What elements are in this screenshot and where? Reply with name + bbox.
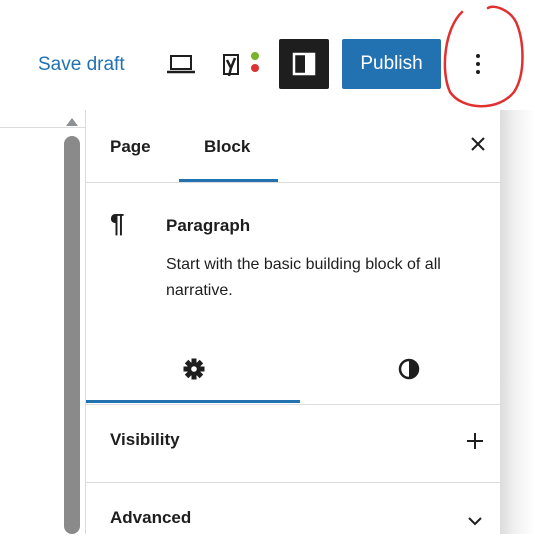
save-draft-button[interactable]: Save draft — [38, 54, 125, 76]
chevron-down-icon — [468, 517, 482, 526]
panel-visibility[interactable]: Visibility — [86, 404, 500, 483]
close-icon — [471, 137, 485, 151]
panel-visibility-label: Visibility — [110, 430, 180, 449]
scroll-up-arrow[interactable] — [66, 118, 78, 126]
panel-advanced-toggle[interactable] — [462, 506, 488, 532]
block-description: Start with the basic building block of a… — [166, 256, 441, 299]
scrollbar-thumb[interactable] — [64, 136, 80, 534]
preview-button[interactable] — [165, 50, 197, 78]
block-inspector-tabs — [86, 332, 500, 405]
tab-block-settings[interactable] — [174, 348, 214, 388]
sidebar-toggle-icon — [292, 52, 316, 76]
gear-icon — [183, 358, 205, 380]
panel-visibility-toggle[interactable] — [462, 428, 488, 454]
panel-advanced-label: Advanced — [110, 508, 192, 527]
tab-block-styles[interactable] — [389, 348, 429, 388]
sidebar-tabs: Page Block — [86, 110, 500, 183]
settings-sidebar: Page Block ¶ Paragraph Start with the ba… — [85, 110, 500, 534]
more-vertical-icon — [476, 54, 480, 74]
settings-sidebar-toggle[interactable] — [279, 39, 329, 89]
editor-header: Save draft Publish — [0, 0, 535, 128]
editor-canvas — [0, 118, 86, 534]
tab-page[interactable]: Page — [110, 137, 151, 157]
active-subtab-indicator — [86, 400, 300, 403]
block-card: ¶ Paragraph Start with the basic buildin… — [86, 182, 500, 322]
laptop-icon — [167, 55, 195, 74]
options-menu-button[interactable] — [458, 40, 498, 88]
yoast-seo-icon — [223, 52, 259, 77]
block-title: Paragraph — [166, 216, 251, 235]
plus-icon — [467, 433, 483, 449]
paragraph-icon: ¶ — [110, 208, 125, 238]
viewport-edge — [500, 110, 535, 534]
publish-button[interactable]: Publish — [342, 39, 441, 89]
half-circle-styles-icon — [398, 358, 420, 380]
panel-advanced[interactable]: Advanced — [86, 482, 500, 560]
close-sidebar-button[interactable] — [466, 132, 490, 156]
yoast-seo-button[interactable] — [218, 46, 266, 82]
tab-block[interactable]: Block — [204, 137, 250, 157]
